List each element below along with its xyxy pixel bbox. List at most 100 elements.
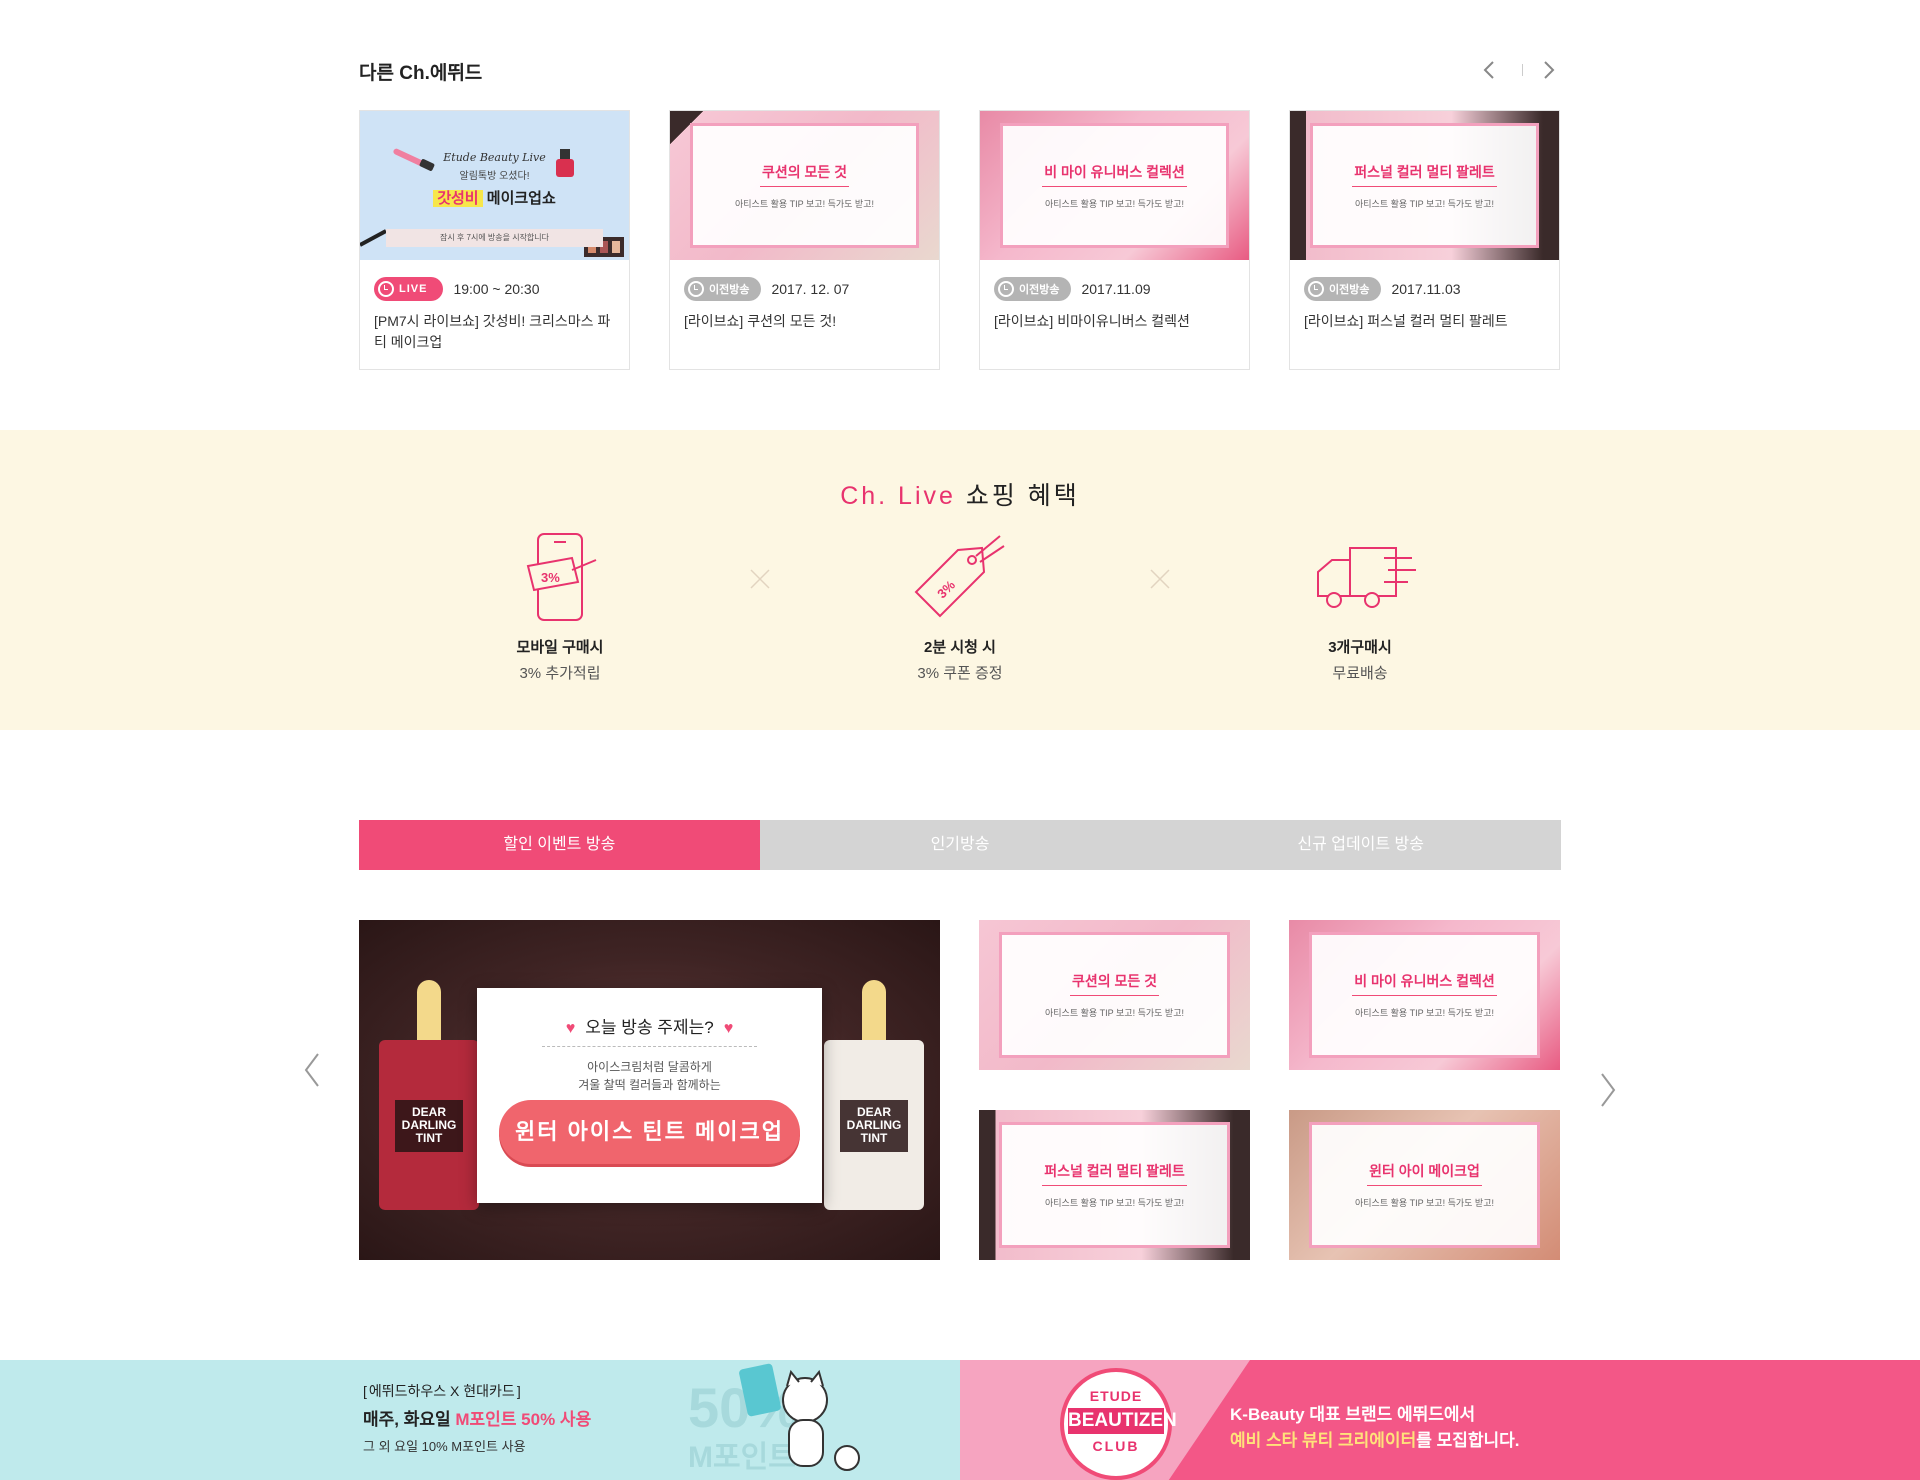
benefits-title-accent: Ch. Live (840, 482, 956, 510)
episode-meta: 이전방송 2017.11.03 (1304, 276, 1461, 302)
clock-icon (378, 281, 394, 297)
episode-date: 19:00 ~ 20:30 (453, 281, 540, 297)
logo-line-2: BEAUTIZEN (1068, 1408, 1177, 1434)
episode-thumbnail: 쿠션의 모든 것 아티스트 활용 TIP 보고! 득가도 받고! (670, 111, 939, 260)
thumb-subtitle: 알림톡방 오셨다! (459, 171, 530, 182)
broadcast-card[interactable]: 비 마이 유니버스 컬렉션아티스트 활용 TIP 보고! 득가도 받고! (1289, 920, 1560, 1070)
featured-broadcast[interactable]: DEAR DARLING TINT DEAR DARLING TINT ♥ 오늘 … (359, 920, 940, 1260)
banner-headline: 매주, 화요일 M포인트 50% 사용 (363, 1405, 591, 1430)
product-box: DEAR DARLING TINT (379, 1040, 479, 1210)
product-name: DEAR DARLING TINT (840, 1100, 908, 1152)
benefit-desc: 3% 추가적립 (519, 665, 601, 682)
episode-card[interactable]: 비 마이 유니버스 컬렉션아티스트 활용 TIP 보고! 득가도 받고! 이전방… (979, 110, 1250, 370)
banner-line-2-accent: 예비 스타 뷰티 크리에이터 (1230, 1431, 1417, 1450)
hero-question-text: 오늘 방송 주제는? (585, 1018, 714, 1037)
episode-meta: LIVE 19:00 ~ 20:30 (374, 276, 539, 302)
heart-icon: ♥ (723, 1020, 734, 1037)
benefit-mobile: 3% 모바일 구매시 3% 추가적립 (460, 530, 660, 683)
page: 다른 Ch.에뛰드 Etude Beauty Live 알림톡방 오셨다! 갓성… (0, 0, 1920, 1480)
product-name: DEAR DARLING TINT (395, 1100, 463, 1152)
benefits-title: Ch. Live 쇼핑 혜택 (0, 476, 1920, 512)
beautizen-logo: ETUDE BEAUTIZEN CLUB (1060, 1368, 1177, 1480)
card-title: 비 마이 유니버스 컬렉션 (1352, 971, 1497, 996)
dashed-divider (542, 1046, 757, 1047)
past-badge: 이전방송 (1304, 277, 1382, 301)
tab-popular[interactable]: 인기방송 (759, 820, 1161, 870)
benefit-desc: 무료배송 (1332, 665, 1388, 682)
benefit-coupon: 3% 2분 시청 시 3% 쿠폰 증정 (860, 530, 1060, 683)
thumb-subtitle: 아티스트 활용 TIP 보고! 득가도 받고! (1045, 198, 1184, 209)
benefit-desc: 3% 쿠폰 증정 (917, 665, 1003, 682)
card-title: 퍼스널 컬러 멀티 팔레트 (1042, 1161, 1187, 1186)
episode-title: [라이브쇼] 퍼스널 컬러 멀티 팔레트 (1304, 313, 1508, 329)
episode-thumbnail: 퍼스널 컬러 멀티 팔레트 아티스트 활용 TIP 보고! 득가도 받고! (1290, 111, 1559, 260)
episode-meta: 이전방송 2017.11.09 (994, 276, 1151, 302)
divider-x-icon (750, 569, 770, 589)
tab-discount-event[interactable]: 할인 이벤트 방송 (359, 820, 760, 870)
hero-desc-1: 아이스크림처럼 달콤하게 (587, 1060, 712, 1074)
logo-line-3: CLUB (1092, 1438, 1140, 1454)
thumb-title: 비 마이 유니버스 컬렉션 (1042, 162, 1187, 187)
episode-title: [라이브쇼] 비마이유니버스 컬렉션 (994, 313, 1190, 329)
benefit-label: 3개구매시 (1328, 639, 1392, 656)
delivery-truck-icon (1317, 547, 1416, 608)
hyundai-card-banner[interactable]: 에뛰드하우스 X 현대카드 매주, 화요일 M포인트 50% 사용 그 외 요일… (0, 1360, 960, 1480)
beautizen-club-banner[interactable]: ETUDE BEAUTIZEN CLUB K-Beauty 대표 브랜드 에뛰드… (960, 1360, 1920, 1480)
card-subtitle: 아티스트 활용 TIP 보고! 득가도 받고! (1045, 1198, 1184, 1208)
card-title: 쿠션의 모든 것 (1069, 971, 1160, 996)
episode-title: [라이브쇼] 쿠션의 모든 것! (684, 313, 837, 329)
past-badge: 이전방송 (994, 277, 1072, 301)
benefits-section: Ch. Live 쇼핑 혜택 3% 모바일 구매시 3% 추가적립 3% 2분 … (0, 430, 1920, 730)
thumb-title: 퍼스널 컬러 멀티 팔레트 (1352, 162, 1497, 187)
episode-card[interactable]: 쿠션의 모든 것 아티스트 활용 TIP 보고! 득가도 받고! 이전방송 201… (669, 110, 940, 370)
thumb-title: 쿠션의 모든 것 (759, 162, 850, 187)
broadcast-card[interactable]: 쿠션의 모든 것아티스트 활용 TIP 보고! 득가도 받고! (979, 920, 1250, 1070)
clock-icon (688, 281, 704, 297)
thumb-title: Etude Beauty Live (443, 151, 546, 164)
benefit-label: 모바일 구매시 (516, 639, 604, 656)
banner-line-2: 예비 스타 뷰티 크리에이터를 모집합니다. (1230, 1426, 1520, 1451)
banner-subtext: 그 외 요일 10% M포인트 사용 (363, 1439, 526, 1454)
clock-icon (1308, 281, 1324, 297)
clock-icon (998, 281, 1014, 297)
card-subtitle: 아티스트 활용 TIP 보고! 득가도 받고! (1355, 1008, 1494, 1018)
episode-thumbnail: Etude Beauty Live 알림톡방 오셨다! 갓성비 메이크업쇼 잠시… (360, 111, 629, 260)
episode-thumbnail: 비 마이 유니버스 컬렉션아티스트 활용 TIP 보고! 득가도 받고! (980, 111, 1249, 260)
section-title: 다른 Ch.에뛰드 (359, 63, 483, 84)
episode-card[interactable]: Etude Beauty Live 알림톡방 오셨다! 갓성비 메이크업쇼 잠시… (359, 110, 630, 370)
thumb-headline-highlight: 갓성비 (433, 190, 483, 207)
heart-icon: ♥ (565, 1020, 576, 1037)
banner-headline-text: 매주, 화요일 (363, 1410, 456, 1429)
chevron-right-icon[interactable] (1538, 60, 1558, 80)
episode-pager (1480, 58, 1560, 82)
hero-desc-2: 겨울 찰떡 컬러들과 함께하는 (578, 1078, 721, 1092)
hero-topic-pill: 윈터 아이스 틴트 메이크업 (499, 1100, 800, 1164)
product-box: DEAR DARLING TINT (824, 1040, 924, 1210)
episode-title: [PM7시 라이브쇼] 갓성비! 크리스마스 파티 메이크업 (374, 313, 611, 350)
benefits-title-text: 쇼핑 혜택 (965, 482, 1080, 510)
benefit-icon-text: 3% (541, 570, 560, 585)
card-subtitle: 아티스트 활용 TIP 보고! 득가도 받고! (1355, 1198, 1494, 1208)
banner-headline-accent: M포인트 50% 사용 (455, 1410, 592, 1429)
price-tag-icon: 3% (914, 535, 1005, 618)
card-subtitle: 아티스트 활용 TIP 보고! 득가도 받고! (1045, 1008, 1184, 1018)
tab-new-update[interactable]: 신규 업데이트 방송 (1160, 820, 1562, 870)
benefit-label: 2분 시청 시 (924, 639, 996, 656)
badge-label: 이전방송 (1019, 284, 1060, 296)
badge-label: 이전방송 (1329, 284, 1370, 296)
broadcast-card[interactable]: 퍼스널 컬러 멀티 팔레트아티스트 활용 TIP 보고! 득가도 받고! (979, 1110, 1250, 1260)
pager-divider (1522, 64, 1523, 76)
chevron-left-icon[interactable] (1480, 60, 1500, 80)
hero-question: ♥ 오늘 방송 주제는? ♥ (477, 1013, 822, 1038)
broadcast-tabs: 할인 이벤트 방송 인기방송 신규 업데이트 방송 (359, 820, 1562, 870)
episode-card[interactable]: 퍼스널 컬러 멀티 팔레트 아티스트 활용 TIP 보고! 득가도 받고! 이전방… (1289, 110, 1560, 370)
hero-topic-card: ♥ 오늘 방송 주제는? ♥ 아이스크림처럼 달콤하게 겨울 찰떡 컬러들과 함께하… (477, 988, 822, 1203)
thumb-headline-text: 메이크업쇼 (486, 190, 556, 207)
live-badge: LIVE (374, 277, 444, 301)
chevron-right-icon[interactable] (1596, 1070, 1620, 1110)
thumb-headline: 갓성비 메이크업쇼 (360, 187, 629, 208)
chevron-left-icon[interactable] (300, 1050, 324, 1090)
cat-mascot-icon (739, 1363, 860, 1471)
broadcast-card[interactable]: 윈터 아이 메이크업 아티스트 활용 TIP 보고! 득가도 받고! (1289, 1110, 1560, 1260)
thumb-notice-bar: 잠시 후 7시에 방송을 시작합니다 (386, 229, 603, 247)
